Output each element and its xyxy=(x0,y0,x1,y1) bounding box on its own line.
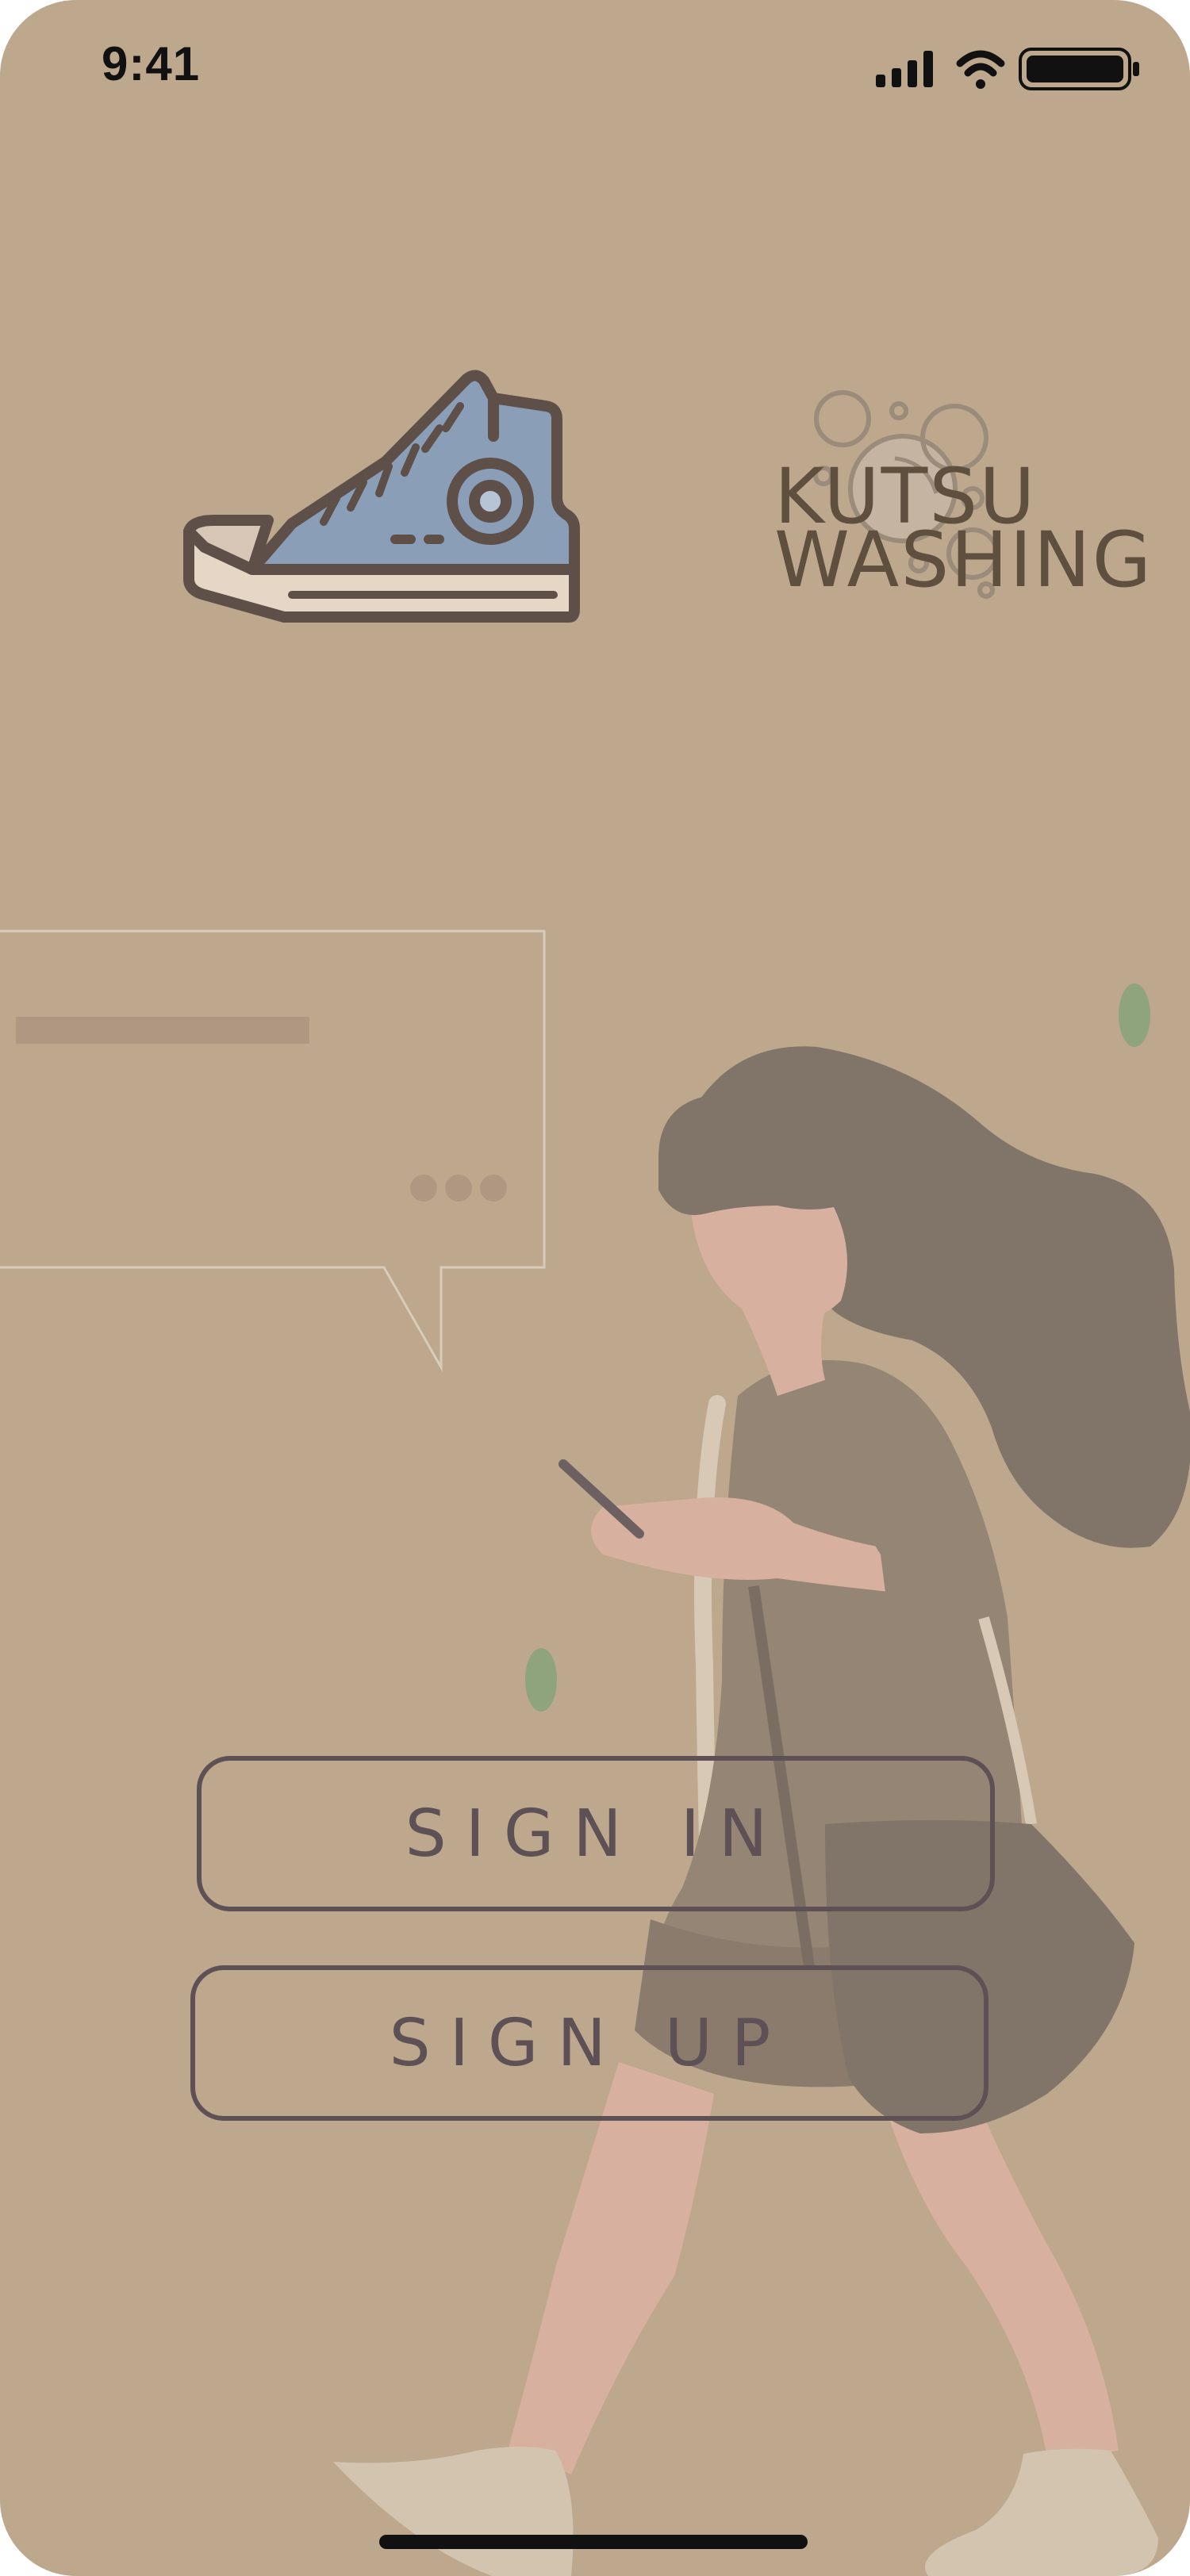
status-time: 9:41 xyxy=(102,37,201,90)
signal-icon xyxy=(876,51,933,87)
battery-icon xyxy=(1019,48,1139,90)
woman-walking-illustration xyxy=(0,930,1190,2576)
speech-bubble-graphic xyxy=(0,930,546,1372)
sign-in-label: SIGN IN xyxy=(405,1796,787,1872)
leaf-graphic xyxy=(525,1648,557,1712)
app-logo: KUTSU WASHING xyxy=(181,365,1151,634)
logo-wordmark: KUTSU WASHING xyxy=(774,458,1153,604)
home-indicator[interactable] xyxy=(379,2535,808,2549)
wifi-icon xyxy=(956,50,1005,89)
logo-line-washing: WASHING xyxy=(774,516,1153,604)
leaf-graphic xyxy=(1119,983,1150,1047)
status-icons xyxy=(876,48,1139,90)
sign-up-button[interactable]: SIGN UP xyxy=(190,1965,988,2121)
welcome-screen: 9:41 KUTSU WASHING SIGN IN SIGN UP xyxy=(0,0,1190,2576)
sign-up-label: SIGN UP xyxy=(389,2005,790,2081)
sign-in-button[interactable]: SIGN IN xyxy=(197,1756,995,1911)
